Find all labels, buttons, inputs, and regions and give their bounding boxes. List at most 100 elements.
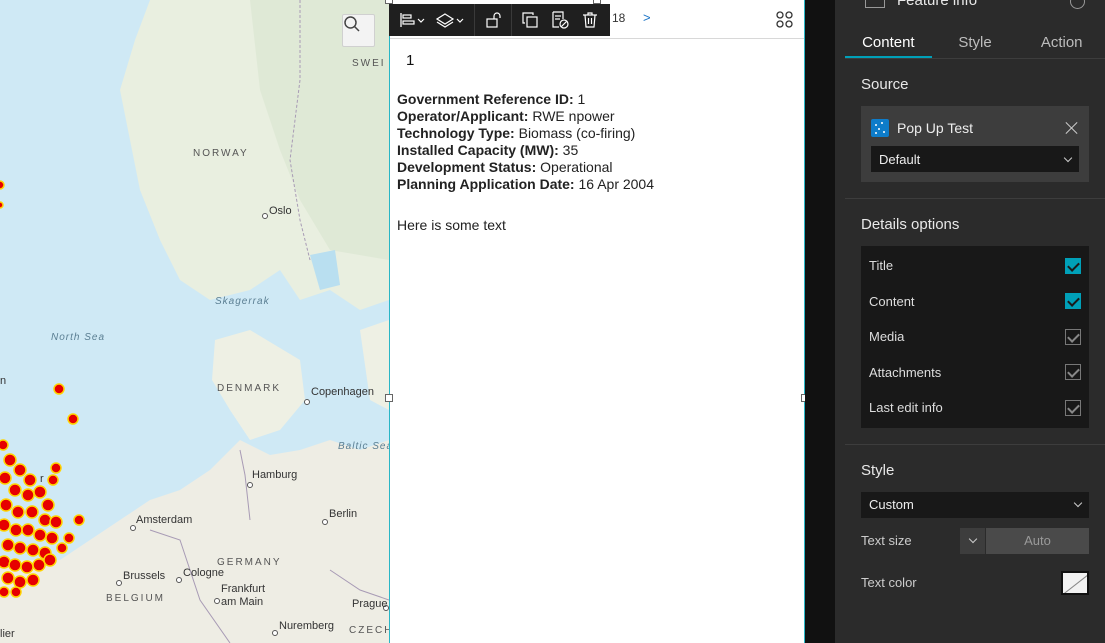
layers-button[interactable] (431, 4, 471, 36)
checkbox-attachments[interactable] (1065, 364, 1081, 381)
panel-divider (835, 0, 845, 643)
basemap (0, 0, 389, 643)
city-dot-cologne (176, 577, 182, 583)
field-label: Planning Application Date: (397, 176, 575, 192)
align-icon (400, 13, 425, 27)
map-view[interactable]: SWEI NORWAY DENMARK GERMANY BELGIUM CZEC… (0, 0, 389, 643)
tab-action[interactable]: Action (1018, 28, 1105, 58)
checkbox-media[interactable] (1065, 328, 1081, 345)
duplicate-button[interactable] (515, 4, 545, 36)
details-section: Details options Title Content Media Atta… (845, 199, 1105, 445)
city-dot-brussels (116, 580, 122, 586)
field-value: Biomass (co-firing) (514, 125, 636, 141)
field-value: RWE npower (528, 108, 615, 124)
text-color-swatch[interactable] (1061, 570, 1089, 595)
resize-handle-top-left[interactable] (385, 0, 393, 4)
text-color-row: Text color (861, 562, 1089, 604)
map-search-button[interactable] (342, 14, 375, 47)
option-last-edit-info[interactable]: Last edit info (861, 390, 1089, 426)
text-size-control[interactable]: Auto (960, 527, 1089, 554)
option-media[interactable]: Media (861, 319, 1089, 355)
tab-style[interactable]: Style (932, 28, 1019, 58)
text-size-label: Text size (861, 533, 912, 548)
feature-info-widget[interactable]: 18 > 1 Government Reference ID: 1 Operat… (385, 0, 809, 643)
chevron-down-icon (1063, 153, 1073, 162)
city-dot-copenhagen (304, 399, 310, 405)
option-label: Content (869, 293, 915, 309)
record-title: 1 (406, 52, 415, 69)
field-row: Technology Type: Biomass (co-firing) (397, 125, 794, 142)
resize-handle-top[interactable] (593, 0, 601, 4)
style-select[interactable]: Custom (861, 491, 1089, 518)
checkbox-content[interactable] (1065, 293, 1081, 310)
source-view-select[interactable]: Default (871, 146, 1079, 172)
option-label: Title (869, 258, 894, 274)
field-row: Planning Application Date: 16 Apr 2004 (397, 176, 794, 193)
style-section: Style Custom Text size Auto Text color (845, 445, 1105, 604)
settings-panel: Feature info Content Style Action Source… (845, 0, 1105, 643)
field-row: Operator/Applicant: RWE npower (397, 108, 794, 125)
pager-number: 18 (612, 11, 626, 25)
source-card: Pop Up Test Default (861, 106, 1089, 182)
city-dot-hamburg (247, 482, 253, 488)
country-label-belgium: BELGIUM (106, 593, 166, 604)
source-row: Pop Up Test (871, 114, 1079, 142)
country-label-czech: CZECH (349, 625, 389, 636)
save-template-icon (552, 11, 569, 29)
edge-label: r (40, 473, 44, 485)
checkbox-last-edit-info[interactable] (1065, 399, 1081, 416)
field-label: Technology Type: (397, 125, 515, 141)
select-value: Default (879, 151, 921, 167)
widget-toolbar (389, 4, 610, 36)
pager-next-button[interactable]: > (643, 10, 651, 25)
toolbar-divider (511, 4, 512, 36)
source-section: Source Pop Up Test Default (845, 59, 1105, 199)
country-label-denmark: DENMARK (217, 383, 282, 394)
widget-type-icon (865, 0, 885, 8)
marker-cluster (0, 180, 85, 598)
city-label-hamburg: Hamburg (252, 469, 298, 481)
feature-content: 1 Government Reference ID: 1 Operator/Ap… (397, 52, 794, 233)
duplicate-icon (522, 12, 538, 28)
source-name: Pop Up Test (897, 120, 974, 136)
chevron-down-icon (1073, 498, 1083, 508)
panel-header: Feature info (845, 0, 1105, 28)
field-value: 1 (573, 91, 586, 107)
text-size-row: Text size Auto (861, 520, 1089, 562)
tab-content[interactable]: Content (845, 28, 932, 58)
details-option-list: Title Content Media Attachments Last edi… (861, 246, 1089, 428)
resize-handle-left[interactable] (385, 394, 393, 402)
field-value: Operational (536, 159, 613, 175)
style-title: Style (861, 461, 895, 479)
search-icon (344, 16, 360, 32)
delete-icon (583, 12, 597, 28)
layer-points-icon (871, 119, 889, 137)
city-dot-frankfurt (214, 598, 220, 604)
delete-button[interactable] (575, 4, 605, 36)
unlock-button[interactable] (478, 4, 508, 36)
option-attachments[interactable]: Attachments (861, 355, 1089, 391)
option-content[interactable]: Content (861, 284, 1089, 320)
city-label-frankfurt: Frankfurt am Main (221, 583, 266, 608)
save-template-button[interactable] (545, 4, 575, 36)
grid-view-icon[interactable] (776, 11, 793, 28)
option-title[interactable]: Title (861, 248, 1089, 284)
close-icon[interactable] (1065, 121, 1079, 135)
city-dot-berlin (322, 519, 328, 525)
field-label: Government Reference ID: (397, 91, 574, 107)
unlock-icon (486, 12, 501, 28)
field-row: Development Status: Operational (397, 159, 794, 176)
text-size-dropdown[interactable] (960, 527, 986, 554)
text-size-value[interactable]: Auto (986, 527, 1089, 554)
country-label-norway: NORWAY (193, 148, 249, 159)
help-icon[interactable] (1070, 0, 1085, 9)
canvas-gutter (805, 0, 836, 643)
align-button[interactable] (395, 4, 431, 36)
panel-tabs: Content Style Action (845, 28, 1105, 59)
sea-label-north-sea: North Sea (51, 332, 106, 343)
field-label: Development Status: (397, 159, 537, 175)
checkbox-title[interactable] (1065, 257, 1081, 274)
city-label-berlin: Berlin (329, 508, 358, 520)
panel-title: Feature info (897, 0, 978, 9)
city-label-prague: Prague (352, 598, 388, 610)
